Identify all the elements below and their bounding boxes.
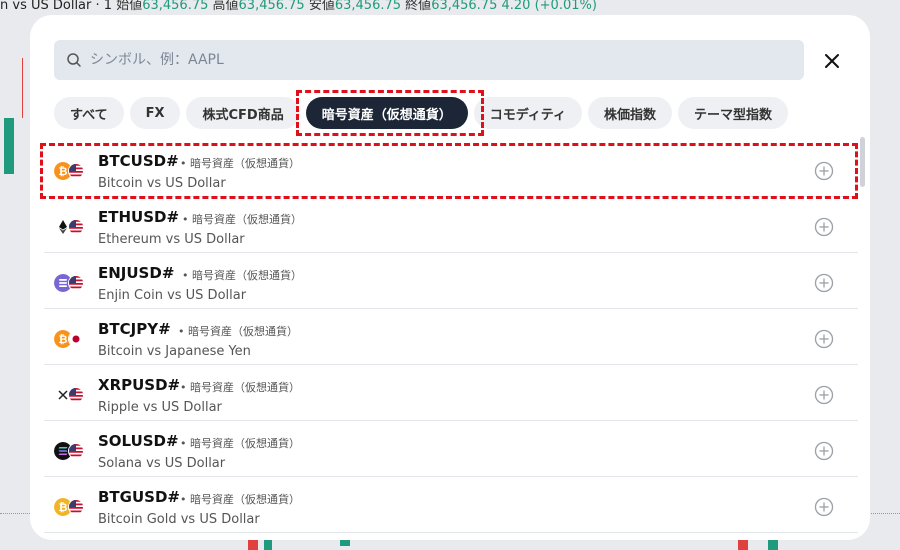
symbol-description: Ripple vs US Dollar — [98, 400, 222, 415]
tab-fx[interactable]: FX — [129, 97, 181, 129]
symbol-name: ENJUSD# — [98, 264, 175, 282]
symbol-logo — [54, 218, 88, 236]
candle — [22, 58, 23, 118]
tab-stock-cfd[interactable]: 株式CFD商品 — [186, 97, 300, 129]
symbol-logo: ₿ — [54, 330, 88, 348]
symbol-logo — [54, 442, 88, 460]
add-to-watchlist-icon[interactable] — [814, 329, 834, 349]
search-box[interactable] — [54, 40, 804, 80]
symbol-name: XRPUSD# — [98, 376, 181, 394]
symbol-category: • 暗号資産（仮想通貨） — [180, 437, 300, 450]
tab-indices[interactable]: 株価指数 — [588, 97, 673, 129]
symbol-name: BTCUSD# — [98, 152, 179, 170]
symbol-category: • 暗号資産（仮想通貨） — [180, 381, 300, 394]
chart-header: n vs US Dollar · 1 始値63,456.75 高値63,456.… — [0, 0, 900, 14]
add-to-watchlist-icon[interactable] — [814, 161, 834, 181]
symbol-description: Bitcoin vs Japanese Yen — [98, 344, 251, 359]
svg-text:₿: ₿ — [59, 165, 68, 178]
close-icon — [825, 54, 839, 68]
tab-all[interactable]: すべて — [54, 97, 124, 129]
symbol-name: BTGUSD# — [98, 488, 180, 506]
change-value: 4.20 (+0.01%) — [501, 0, 597, 13]
svg-text:₿: ₿ — [59, 333, 68, 346]
list-scrollbar[interactable] — [860, 137, 865, 187]
add-to-watchlist-icon[interactable] — [814, 273, 834, 293]
symbol-description: Enjin Coin vs US Dollar — [98, 288, 247, 303]
list-item[interactable]: XRPUSD# • 暗号資産（仮想通貨） Ripple vs US Dollar — [44, 365, 858, 421]
us-flag-icon — [68, 499, 84, 515]
chart-title: n vs US Dollar · 1 — [0, 0, 113, 13]
us-flag-icon — [68, 219, 84, 235]
us-flag-icon — [68, 275, 84, 291]
close-button[interactable] — [820, 49, 844, 73]
low-label: 安値 — [308, 0, 335, 13]
symbol-name: SOLUSD# — [98, 432, 179, 450]
svg-text:₿: ₿ — [59, 501, 68, 514]
symbol-category: • 暗号資産（仮想通貨） — [182, 213, 302, 226]
symbol-name: BTCJPY# — [98, 320, 171, 338]
candle — [4, 118, 14, 174]
open-label: 始値 — [116, 0, 143, 13]
symbol-logo — [54, 386, 88, 404]
symbol-logo — [54, 274, 88, 292]
symbol-description: Solana vs US Dollar — [98, 456, 226, 471]
symbol-search-dialog: すべて FX 株式CFD商品 暗号資産（仮想通貨） コモディティ 株価指数 テー… — [30, 15, 870, 540]
list-item[interactable]: SOLUSD# • 暗号資産（仮想通貨） Solana vs US Dollar — [44, 421, 858, 477]
symbol-logo: ₿ — [54, 498, 88, 516]
high-value: 63,456.75 — [238, 0, 305, 13]
close-value: 63,456.75 — [431, 0, 498, 13]
symbol-logo: ₿ — [54, 162, 88, 180]
add-to-watchlist-icon[interactable] — [814, 385, 834, 405]
tab-crypto[interactable]: 暗号資産（仮想通貨） — [305, 97, 468, 129]
category-tabs: すべて FX 株式CFD商品 暗号資産（仮想通貨） コモディティ 株価指数 テー… — [54, 97, 789, 129]
symbol-name: ETHUSD# — [98, 208, 180, 226]
search-input[interactable] — [90, 52, 690, 68]
list-item[interactable]: ETHUSD# • 暗号資産（仮想通貨） Ethereum vs US Doll… — [44, 197, 858, 253]
symbol-category: • 暗号資産（仮想通貨） — [180, 493, 300, 506]
us-flag-icon — [68, 387, 84, 403]
symbol-description: Ethereum vs US Dollar — [98, 232, 245, 247]
close-label: 終値 — [405, 0, 432, 13]
add-to-watchlist-icon[interactable] — [814, 441, 834, 461]
symbol-description: Bitcoin Gold vs US Dollar — [98, 512, 260, 527]
candle — [264, 540, 272, 550]
list-item[interactable]: ₿ BTCJPY# • 暗号資産（仮想通貨） Bitcoin vs Japane… — [44, 309, 858, 365]
symbol-list: ₿ BTCUSD# • 暗号資産（仮想通貨） Bitcoin vs US Dol… — [44, 141, 858, 540]
add-to-watchlist-icon[interactable] — [814, 497, 834, 517]
symbol-category: • 暗号資産（仮想通貨） — [180, 157, 300, 170]
high-label: 高値 — [212, 0, 239, 13]
tab-thematic-indices[interactable]: テーマ型指数 — [678, 97, 789, 129]
symbol-category: • 暗号資産（仮想通貨） — [178, 325, 298, 338]
symbol-description: Bitcoin vs US Dollar — [98, 176, 226, 191]
us-flag-icon — [68, 163, 84, 179]
add-to-watchlist-icon[interactable] — [814, 217, 834, 237]
tab-commodity[interactable]: コモディティ — [473, 97, 583, 129]
list-item[interactable]: ₿ BTGUSD# • 暗号資産（仮想通貨） Bitcoin Gold vs U… — [44, 477, 858, 533]
symbol-category: • 暗号資産（仮想通貨） — [182, 269, 302, 282]
open-value: 63,456.75 — [142, 0, 209, 13]
low-value: 63,456.75 — [334, 0, 402, 13]
search-icon — [67, 53, 81, 67]
japan-flag-icon — [68, 331, 84, 347]
list-item[interactable]: ENJUSD# • 暗号資産（仮想通貨） Enjin Coin vs US Do… — [44, 253, 858, 309]
us-flag-icon — [68, 443, 84, 459]
list-item[interactable]: ₿ BTCUSD# • 暗号資産（仮想通貨） Bitcoin vs US Dol… — [44, 141, 858, 197]
